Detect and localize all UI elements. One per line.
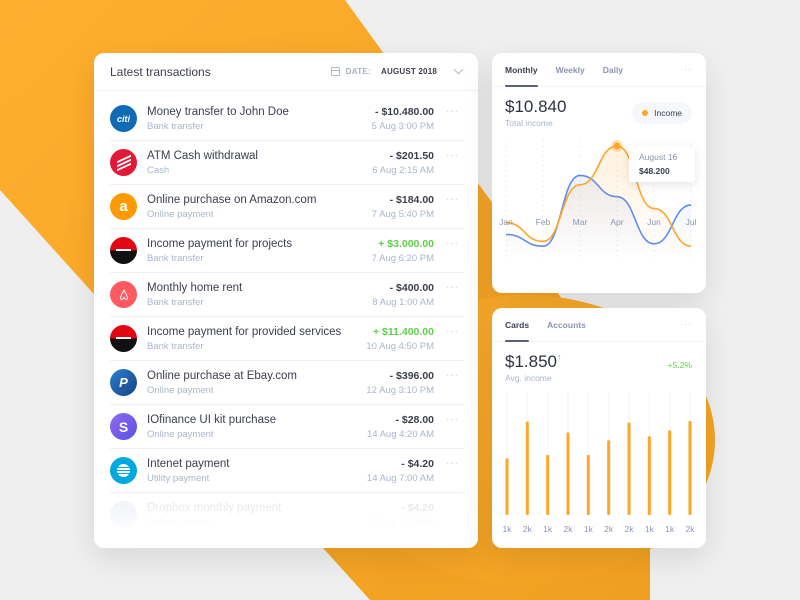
x-tick-label: Mar <box>572 217 588 227</box>
chart-tooltip: August 16 $48.200 <box>629 146 695 182</box>
bar-tick-label: 2k <box>522 524 532 534</box>
bar-tick-label: 1k <box>644 524 654 534</box>
x-tick-label: Jul <box>685 217 697 227</box>
bar <box>688 421 692 515</box>
bar <box>586 454 590 515</box>
bar <box>525 421 529 515</box>
x-tick-label: Jun <box>647 217 661 227</box>
charts-layer <box>505 139 692 515</box>
bar-tick-label: 1k <box>502 524 512 534</box>
bar <box>607 440 611 515</box>
bar <box>627 422 631 515</box>
x-tick-label: Jan <box>499 217 513 227</box>
bar-tick-label: 2k <box>685 524 695 534</box>
tooltip-value: $48.200 <box>639 166 670 176</box>
bar <box>546 454 550 515</box>
bar-tick-label: 1k <box>543 524 553 534</box>
x-tick-label: Feb <box>535 217 551 227</box>
bar-tick-label: 1k <box>665 524 675 534</box>
bar <box>505 458 509 515</box>
bar <box>668 430 672 515</box>
bar <box>647 436 651 515</box>
bar-tick-label: 1k <box>583 524 593 534</box>
bar-tick-label: 2k <box>604 524 614 534</box>
tooltip-date: August 16 <box>639 152 678 162</box>
bar-tick-label: 2k <box>624 524 634 534</box>
bar <box>566 432 570 515</box>
x-tick-label: Apr <box>610 217 624 227</box>
bar-tick-label: 2k <box>563 524 573 534</box>
highlight-point <box>613 142 621 150</box>
